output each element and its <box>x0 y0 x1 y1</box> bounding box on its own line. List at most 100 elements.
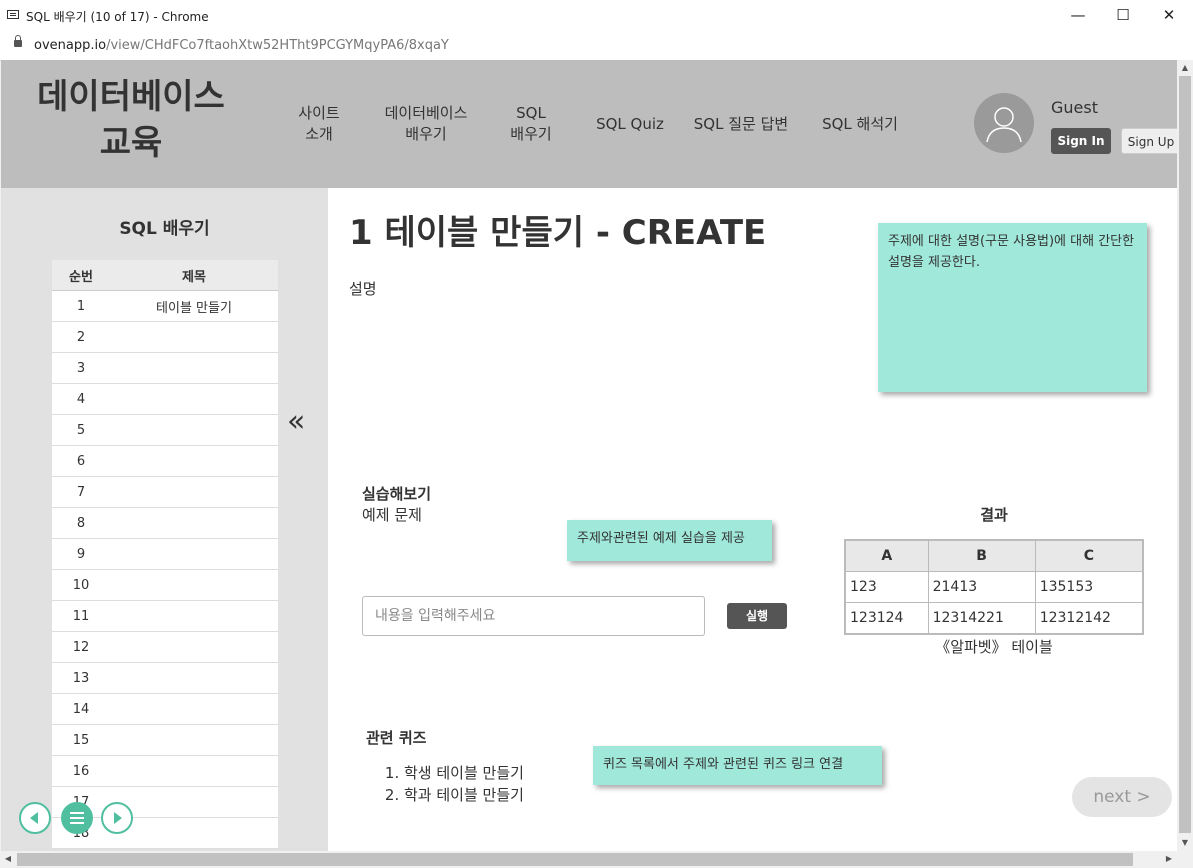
sign-up-button[interactable]: Sign Up <box>1121 128 1177 154</box>
lesson-number: 14 <box>52 693 110 725</box>
site-logo[interactable]: 데이터베이스 교육 <box>21 74 241 166</box>
lesson-number: 2 <box>52 321 110 353</box>
lesson-row[interactable]: 15 <box>52 724 278 756</box>
lesson-row[interactable]: 9 <box>52 538 278 570</box>
lesson-row[interactable]: 11 <box>52 600 278 632</box>
scroll-left-icon[interactable]: ◀ <box>0 851 16 867</box>
table-row: 123124 12314221 12312142 <box>844 602 1144 635</box>
prev-page-button[interactable] <box>19 802 51 834</box>
column-header-number: 순번 <box>52 260 110 291</box>
related-quiz-list: 학생 테이블 만들기 학과 테이블 만들기 <box>366 762 524 806</box>
sql-input[interactable] <box>362 596 705 636</box>
nav-label: SQL <box>516 104 546 122</box>
lesson-number: 10 <box>52 569 110 601</box>
lesson-title <box>110 724 278 756</box>
nav-sql-qna[interactable]: SQL 질문 답변 <box>687 60 795 188</box>
lesson-row[interactable]: 4 <box>52 383 278 415</box>
lesson-row[interactable]: 7 <box>52 476 278 508</box>
window-titlebar: SQL 배우기 (10 of 17) - Chrome — ☐ ✕ <box>0 0 1193 32</box>
nav-learn-database[interactable]: 데이터베이스 배우기 <box>371 60 481 188</box>
quiz-link[interactable]: 학과 테이블 만들기 <box>404 784 524 806</box>
annotation-note-description: 주제에 대한 설명(구문 사용법)에 대해 간단한 설명을 제공한다. <box>878 223 1147 392</box>
lesson-row[interactable]: 12 <box>52 631 278 663</box>
annotation-note-quiz: 퀴즈 목록에서 주제와 관련된 퀴즈 링크 연결 <box>593 746 882 785</box>
lesson-row[interactable]: 8 <box>52 507 278 539</box>
vertical-scroll-thumb[interactable] <box>1179 76 1191 833</box>
avatar[interactable] <box>974 93 1034 153</box>
lesson-title <box>110 755 278 787</box>
horizontal-scroll-thumb[interactable] <box>17 853 1133 866</box>
triangle-left-icon <box>30 812 38 824</box>
nav-learn-sql[interactable]: SQL 배우기 <box>499 60 563 188</box>
lesson-row[interactable]: 1 테이블 만들기 <box>52 290 278 322</box>
lesson-title <box>110 693 278 725</box>
lesson-title <box>110 476 278 508</box>
lesson-title <box>110 600 278 632</box>
run-button[interactable]: 실행 <box>727 603 787 629</box>
triangle-right-icon <box>114 812 122 824</box>
lesson-row[interactable]: 16 <box>52 755 278 787</box>
lesson-row[interactable]: 13 <box>52 662 278 694</box>
url-text[interactable]: ovenapp.io/view/CHdFCo7ftaohXtw52HTht9PC… <box>34 38 449 53</box>
lesson-number: 1 <box>52 290 110 322</box>
result-column-b: B <box>927 539 1036 572</box>
quiz-link[interactable]: 학생 테이블 만들기 <box>404 762 524 784</box>
annotation-note-practice: 주제와관련된 예제 실습을 제공 <box>567 520 772 561</box>
lesson-title <box>110 414 278 446</box>
maximize-button[interactable]: ☐ <box>1100 0 1146 32</box>
lesson-title <box>110 383 278 415</box>
lesson-row[interactable]: 2 <box>52 321 278 353</box>
nav-site-intro[interactable]: 사이트 소개 <box>285 60 353 188</box>
nav-sql-quiz[interactable]: SQL Quiz <box>589 60 671 188</box>
lesson-number: 6 <box>52 445 110 477</box>
lesson-row[interactable]: 5 <box>52 414 278 446</box>
address-bar[interactable]: ovenapp.io/view/CHdFCo7ftaohXtw52HTht9PC… <box>0 32 1193 61</box>
minimize-button[interactable]: — <box>1055 0 1101 32</box>
lesson-number: 11 <box>52 600 110 632</box>
page-viewport: 데이터베이스 교육 사이트 소개 데이터베이스 배우기 SQL 배우기 SQL Qui… <box>1 60 1177 851</box>
scroll-right-icon[interactable]: ▶ <box>1161 851 1177 867</box>
url-path: /view/CHdFCo7ftaohXtw52HTht9PCGYMqyPA6/8… <box>106 38 449 53</box>
vertical-scrollbar[interactable]: ▲ ▼ <box>1177 60 1193 851</box>
lesson-title <box>110 445 278 477</box>
horizontal-scrollbar[interactable]: ◀ ▶ <box>0 851 1193 868</box>
scroll-down-icon[interactable]: ▼ <box>1177 835 1193 851</box>
lesson-row[interactable]: 10 <box>52 569 278 601</box>
lesson-number: 16 <box>52 755 110 787</box>
sign-in-button[interactable]: Sign In <box>1051 128 1111 154</box>
table-cell: 123124 <box>844 602 929 635</box>
description-label: 설명 <box>349 280 377 298</box>
lesson-title: 테이블 만들기 <box>110 290 278 322</box>
lesson-row[interactable]: 3 <box>52 352 278 384</box>
lesson-title <box>110 538 278 570</box>
lesson-table-header: 순번 제목 <box>52 260 278 291</box>
nav-label: 소개 <box>305 125 333 143</box>
next-page-button[interactable] <box>101 802 133 834</box>
url-host: ovenapp.io <box>34 38 107 53</box>
nav-label: SQL Quiz <box>596 114 664 133</box>
table-cell: 12312142 <box>1034 602 1144 635</box>
nav-sql-interpreter[interactable]: SQL 해석기 <box>813 60 907 188</box>
nav-label: SQL 해석기 <box>822 114 898 133</box>
lesson-title <box>110 786 278 818</box>
sidebar-title: SQL 배우기 <box>119 219 210 239</box>
lesson-row[interactable]: 14 <box>52 693 278 725</box>
result-header-row: A B C <box>844 539 1144 572</box>
sidebar: SQL 배우기 순번 제목 1 테이블 만들기 2 3 4 5 6 7 8 9 10 11 12 13 14… <box>1 188 328 851</box>
menu-button[interactable] <box>61 802 93 834</box>
lesson-number: 8 <box>52 507 110 539</box>
menu-icon <box>70 812 84 824</box>
lesson-number: 13 <box>52 662 110 694</box>
user-name: Guest <box>1051 98 1098 117</box>
lesson-title <box>110 352 278 384</box>
lesson-number: 5 <box>52 414 110 446</box>
lesson-row[interactable]: 6 <box>52 445 278 477</box>
close-button[interactable]: ✕ <box>1146 0 1192 32</box>
result-table: A B C 123 21413 135153 123124 12314221 1… <box>844 539 1144 635</box>
lock-icon <box>14 35 22 47</box>
next-button[interactable]: next > <box>1072 777 1172 817</box>
table-caption: 《알파벳》 테이블 <box>935 638 1053 656</box>
scroll-up-icon[interactable]: ▲ <box>1177 60 1193 76</box>
collapse-sidebar-icon[interactable]: « <box>287 404 305 439</box>
example-heading: 예제 문제 <box>362 506 422 524</box>
